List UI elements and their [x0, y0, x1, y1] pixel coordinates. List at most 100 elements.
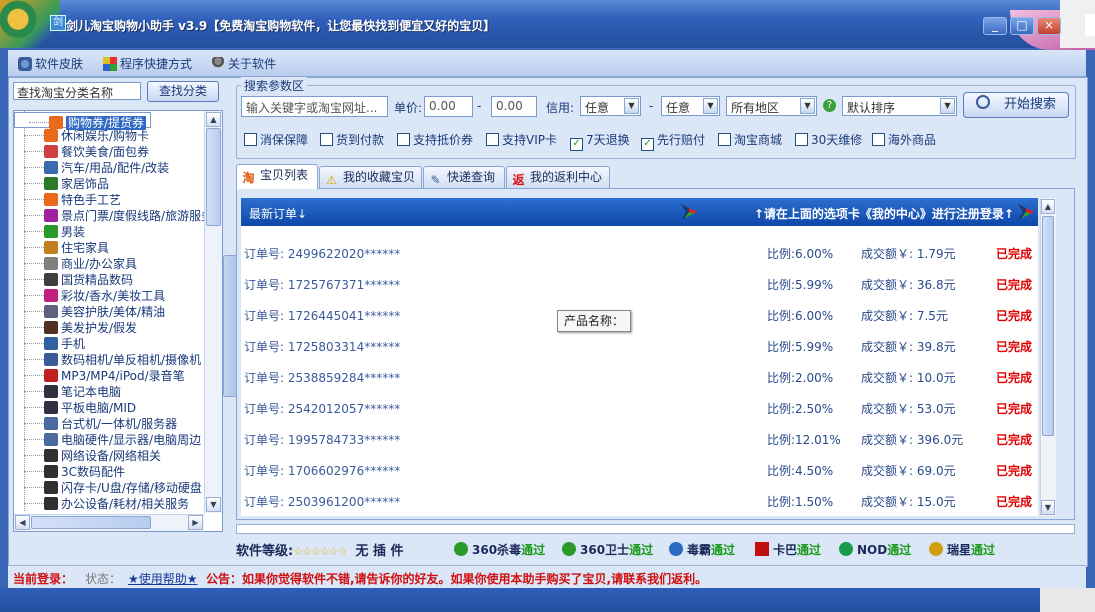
category-item[interactable]: 网络设备/网络相关 [14, 448, 161, 464]
category-item[interactable]: 特色手工艺 [14, 192, 121, 208]
order-row[interactable]: 订单号: 1726445041****** 比例:6.00% 成交额￥: 7.5元 已… [241, 298, 1038, 329]
checkbox-box[interactable] [320, 133, 333, 146]
category-item[interactable]: 笔记本电脑 [14, 384, 121, 400]
category-item[interactable]: 办公设备/耗材/相关服务 [14, 496, 189, 512]
category-item[interactable]: 彩妆/香水/美妆工具 [14, 288, 165, 304]
price-max-input[interactable]: 0.00 [491, 96, 537, 117]
category-icon [44, 385, 58, 398]
checkbox-box[interactable]: ✓ [570, 138, 583, 151]
shortcut-icon [103, 57, 117, 71]
av-pass: 通过 [887, 543, 912, 557]
start-search-button[interactable]: 开始搜索 [963, 92, 1069, 118]
category-item[interactable]: 国货精品数码 [14, 272, 133, 288]
checkbox-cod[interactable]: 货到付款 [320, 131, 384, 148]
checkbox-7day-return[interactable]: ✓ 7天退换 [570, 131, 630, 151]
scroll-down-button[interactable]: ▼ [1041, 500, 1055, 515]
menu-skin[interactable]: 软件皮肤 [18, 55, 83, 72]
order-row[interactable]: 订单号: 2503961200****** 比例:1.50% 成交额￥: 15.0元… [241, 484, 1038, 515]
category-item[interactable]: 美发护发/假发 [14, 320, 137, 336]
order-ratio: 比例:4.50% [767, 464, 834, 478]
scroll-thumb[interactable] [206, 128, 221, 226]
price-min-input[interactable]: 0.00 [424, 96, 473, 117]
hscroll-thumb[interactable] [31, 516, 151, 529]
checkbox-voucher[interactable]: 支持抵价券 [397, 131, 473, 148]
checkbox-tmall[interactable]: 淘宝商城 [718, 131, 782, 148]
credit-to-select[interactable]: 任意 ▼ [661, 96, 720, 116]
category-item[interactable]: 购物券/提货券 [14, 112, 152, 130]
category-item[interactable]: 3C数码配件 [14, 464, 125, 480]
tree-connector [24, 391, 44, 392]
help-icon[interactable]: ? [823, 99, 836, 112]
help-link[interactable]: ★使用帮助★ [128, 570, 198, 587]
checkbox-30day-repair[interactable]: 30天维修 [795, 131, 862, 148]
tree-connector [24, 439, 44, 440]
category-item[interactable]: 男装 [14, 224, 85, 240]
category-item[interactable]: 汽车/用品/配件/改装 [14, 160, 169, 176]
category-item[interactable]: 商业/办公家具 [14, 256, 137, 272]
checkbox-box[interactable] [718, 133, 731, 146]
category-item[interactable]: 闪存卡/U盘/存储/移动硬盘 [14, 480, 202, 496]
category-item[interactable]: 电脑硬件/显示器/电脑周边 [14, 432, 201, 448]
category-item[interactable]: 餐饮美食/面包券 [14, 144, 149, 160]
category-item[interactable]: 美容护肤/美体/精油 [14, 304, 165, 320]
checkbox-vip[interactable]: 支持VIP卡 [486, 131, 557, 148]
order-row[interactable]: 订单号: 1995784733****** 比例:12.01% 成交额￥: 396.… [241, 422, 1038, 453]
maximize-button[interactable]: □ [1010, 17, 1034, 35]
current-login-label: 当前登录： [13, 572, 74, 586]
order-row[interactable]: 订单号: 2538859284****** 比例:2.00% 成交额￥: 10.0元… [241, 360, 1038, 391]
tree-vertical-scrollbar[interactable]: ▲ ▼ [204, 111, 222, 513]
order-list-scrollbar[interactable]: ▲ ▼ [1040, 198, 1056, 516]
checkbox-box[interactable] [486, 133, 499, 146]
scroll-up-button[interactable]: ▲ [206, 112, 221, 127]
scroll-up-button[interactable]: ▲ [1041, 199, 1055, 214]
region-select[interactable]: 所有地区 ▼ [726, 96, 817, 116]
category-item[interactable]: 景点门票/度假线路/旅游服务 [14, 208, 213, 224]
checkbox-consumer-protection[interactable]: 消保保障 [244, 131, 308, 148]
checkbox-box[interactable] [397, 133, 410, 146]
scroll-right-button[interactable]: ▶ [188, 515, 203, 530]
tab-express[interactable]: ✎ 快递查询 [423, 166, 505, 188]
order-row[interactable]: 订单号: 1725803314****** 比例:5.99% 成交额￥: 39.8元… [241, 329, 1038, 360]
category-label: 住宅家具 [61, 241, 110, 255]
av-duba: 毒霸通过 [669, 541, 735, 558]
tab-item-list[interactable]: 淘宝贝列表 [236, 164, 318, 189]
category-tree[interactable]: 购物券/提货券 休闲娱乐/购物卡 餐饮美食/面包券 汽车/用品/配件/改装 家居饰品 特色… [13, 110, 223, 532]
category-item[interactable]: MP3/MP4/iPod/录音笔 [14, 368, 185, 384]
scroll-left-button[interactable]: ◀ [15, 515, 30, 530]
order-row[interactable]: 订单号: 1725767371****** 比例:5.99% 成交额￥: 36.8元… [241, 267, 1038, 298]
scroll-thumb[interactable] [1042, 216, 1054, 436]
tree-horizontal-scrollbar[interactable]: ◀ ▶ [14, 514, 204, 531]
keyword-input[interactable]: 输入关键字或淘宝网址... [241, 96, 388, 117]
checkbox-box[interactable] [872, 133, 885, 146]
minimize-button[interactable]: _ [983, 17, 1007, 35]
credit-from-select[interactable]: 任意 ▼ [580, 96, 641, 116]
checkbox-overseas[interactable]: 海外商品 [872, 131, 936, 148]
category-item[interactable]: 数码相机/单反相机/摄像机 [14, 352, 201, 368]
checkbox-box[interactable]: ✓ [641, 138, 654, 151]
no-plugin-label: 无 插 件 [355, 544, 404, 559]
sort-select[interactable]: 默认排序 ▼ [842, 96, 957, 116]
category-item[interactable]: 休闲娱乐/购物卡 [14, 128, 149, 144]
checkbox-box[interactable] [795, 133, 808, 146]
menu-about[interactable]: 关于软件 [211, 55, 276, 72]
category-label: 男装 [61, 225, 86, 239]
category-label: 3C数码配件 [61, 465, 126, 479]
category-item[interactable]: 手机 [14, 336, 85, 352]
order-row[interactable]: 订单号: 2542012057****** 比例:2.50% 成交额￥: 53.0元… [241, 391, 1038, 422]
find-category-button[interactable]: 查找分类 [147, 81, 219, 102]
category-item[interactable]: 住宅家具 [14, 240, 109, 256]
category-item[interactable]: 平板电脑/MID [14, 400, 136, 416]
category-search-input[interactable]: 查找淘宝分类名称 [13, 82, 141, 100]
order-row[interactable]: 订单号: 1706602976****** 比例:4.50% 成交额￥: 69.0元… [241, 453, 1038, 484]
tab-favorites[interactable]: ⚠ 我的收藏宝贝 [319, 166, 422, 188]
checkbox-box[interactable] [244, 133, 257, 146]
tab-rebate-center[interactable]: 返我的返利中心 [506, 166, 610, 188]
scroll-down-button[interactable]: ▼ [206, 497, 221, 512]
order-row[interactable]: 订单号: 2499622020****** 比例:6.00% 成交额￥: 1.79元… [241, 236, 1038, 267]
menu-shortcut[interactable]: 程序快捷方式 [103, 55, 192, 72]
category-label: 手机 [61, 337, 86, 351]
category-item[interactable]: 台式机/一体机/服务器 [14, 416, 177, 432]
category-item[interactable]: 家居饰品 [14, 176, 109, 192]
checkbox-advance-compensation[interactable]: ✓ 先行赔付 [641, 131, 705, 151]
close-button[interactable]: × [1037, 17, 1061, 35]
